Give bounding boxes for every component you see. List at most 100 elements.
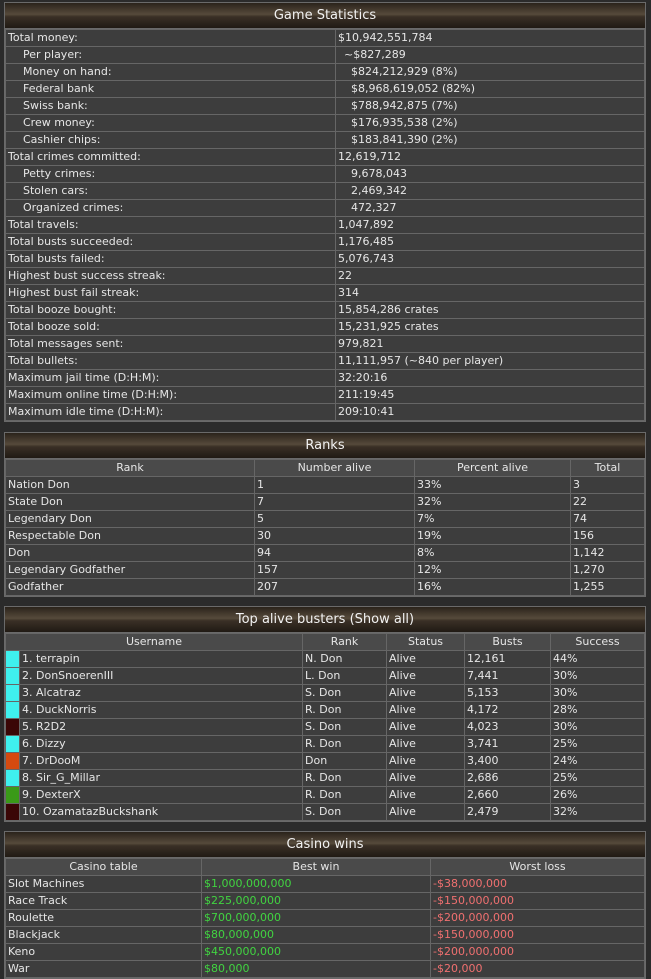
- rank-cell: 19%: [414, 527, 571, 545]
- buster-username[interactable]: 5. R2D2: [18, 718, 304, 736]
- buster-status: Alive: [386, 769, 466, 787]
- rank-cell: 16%: [414, 578, 571, 596]
- busters-title[interactable]: Top alive busters (Show all): [5, 607, 645, 633]
- rank-cell: 157: [254, 561, 415, 579]
- stat-label: Total busts failed:: [5, 250, 336, 268]
- stat-value: $8,968,619,052 (82%): [335, 80, 645, 98]
- stat-row: Total messages sent: 979,821: [5, 335, 645, 353]
- swatch-fill: [6, 702, 19, 718]
- busters-header: Busts: [464, 633, 552, 651]
- stat-row: Maximum online time (D:H:M): 211:19:45: [5, 386, 645, 404]
- stat-label: Total bullets:: [5, 352, 336, 370]
- stat-label: Crew money:: [5, 114, 336, 132]
- stat-row: Swiss bank: $788,942,875 (7%): [5, 97, 645, 115]
- rank-cell: 74: [570, 510, 645, 528]
- rank-cell: 207: [254, 578, 415, 596]
- buster-color-swatch: [5, 786, 20, 804]
- rank-row: State Don 7 32% 22: [5, 493, 645, 511]
- stat-label: Per player:: [5, 46, 336, 64]
- buster-rank: S. Don: [302, 718, 388, 736]
- buster-username[interactable]: 10. OzamatazBuckshank: [18, 803, 304, 821]
- buster-username[interactable]: 8. Sir_G_Millar: [18, 769, 304, 787]
- rank-cell: Don: [5, 544, 255, 562]
- buster-username[interactable]: 2. DonSnoerenIII: [18, 667, 304, 685]
- stat-value: 12,619,712: [335, 148, 645, 166]
- buster-status: Alive: [386, 667, 466, 685]
- buster-busts: 4,023: [464, 718, 552, 736]
- busters-table: Username Rank Status Busts Success 1. terrap…: [4, 633, 645, 821]
- rank-cell: 7%: [414, 510, 571, 528]
- buster-color-swatch: [5, 803, 20, 821]
- buster-username[interactable]: 4. DuckNorris: [18, 701, 304, 719]
- rank-cell: 33%: [414, 476, 571, 494]
- swatch-fill: [6, 787, 19, 803]
- buster-busts: 7,441: [464, 667, 552, 685]
- stat-label: Total busts succeeded:: [5, 233, 336, 251]
- buster-status: Alive: [386, 701, 466, 719]
- casino-table-name: Slot Machines: [5, 875, 202, 893]
- stat-row: Maximum jail time (D:H:M): 32:20:16: [5, 369, 645, 387]
- buster-color-swatch: [5, 650, 20, 668]
- stat-label: Maximum idle time (D:H:M):: [5, 403, 336, 421]
- buster-busts: 3,400: [464, 752, 552, 770]
- stat-row: Organized crimes: 472,327: [5, 199, 645, 217]
- buster-status: Alive: [386, 718, 466, 736]
- casino-best-win: $80,000,000: [201, 926, 431, 944]
- buster-username[interactable]: 9. DexterX: [18, 786, 304, 804]
- stat-value: 15,231,925 crates: [335, 318, 645, 336]
- buster-success: 24%: [550, 752, 645, 770]
- ranks-header: Total: [570, 459, 645, 477]
- casino-table: Casino table Best win Worst loss Slot Mach…: [5, 858, 645, 978]
- buster-success: 30%: [550, 684, 645, 702]
- buster-status: Alive: [386, 803, 466, 821]
- casino-panel: Casino wins Casino table Best win Worst lo…: [4, 831, 646, 979]
- rank-row: Don 94 8% 1,142: [5, 544, 645, 562]
- buster-color-swatch: [5, 752, 20, 770]
- casino-worst-loss: -$150,000,000: [430, 892, 645, 910]
- busters-panel: Top alive busters (Show all) Username Ran…: [4, 606, 646, 822]
- stat-label: Money on hand:: [5, 63, 336, 81]
- buster-rank: N. Don: [302, 650, 388, 668]
- rank-row: Nation Don 1 33% 3: [5, 476, 645, 494]
- stat-row: Total crimes committed: 12,619,712: [5, 148, 645, 166]
- stat-value: $10,942,551,784: [335, 29, 645, 47]
- stat-row: Federal bank $8,968,619,052 (82%): [5, 80, 645, 98]
- stat-value: 9,678,043: [335, 165, 645, 183]
- stat-row: Total busts succeeded: 1,176,485: [5, 233, 645, 251]
- swatch-fill: [6, 651, 19, 667]
- stat-label: Maximum jail time (D:H:M):: [5, 369, 336, 387]
- buster-username[interactable]: 7. DrDooM: [18, 752, 304, 770]
- ranks-panel: Ranks Rank Number alive Percent alive Total…: [4, 432, 646, 597]
- buster-row: 7. DrDooM Don Alive 3,400 24%: [5, 752, 645, 770]
- busters-header: Rank: [302, 633, 388, 651]
- buster-busts: 2,686: [464, 769, 552, 787]
- buster-busts: 3,741: [464, 735, 552, 753]
- buster-status: Alive: [386, 650, 466, 668]
- buster-busts: 2,660: [464, 786, 552, 804]
- casino-worst-loss: -$200,000,000: [430, 909, 645, 927]
- stat-label: Total money:: [5, 29, 336, 47]
- casino-table-name: Roulette: [5, 909, 202, 927]
- buster-success: 30%: [550, 718, 645, 736]
- buster-username[interactable]: 6. Dizzy: [18, 735, 304, 753]
- rank-cell: Legendary Godfather: [5, 561, 255, 579]
- buster-rank: R. Don: [302, 769, 388, 787]
- stat-label: Cashier chips:: [5, 131, 336, 149]
- rank-cell: 30: [254, 527, 415, 545]
- buster-username[interactable]: 1. terrapin: [18, 650, 304, 668]
- stat-label: Total booze bought:: [5, 301, 336, 319]
- casino-best-win: $450,000,000: [201, 943, 431, 961]
- stat-value: 11,111,957 (~840 per player): [335, 352, 645, 370]
- ranks-table: Rank Number alive Percent alive Total Natio…: [5, 459, 645, 596]
- buster-status: Alive: [386, 786, 466, 804]
- stat-label: Maximum online time (D:H:M):: [5, 386, 336, 404]
- buster-row: 6. Dizzy R. Don Alive 3,741 25%: [5, 735, 645, 753]
- stat-row: Total booze sold: 15,231,925 crates: [5, 318, 645, 336]
- buster-status: Alive: [386, 752, 466, 770]
- buster-rank: R. Don: [302, 735, 388, 753]
- buster-username[interactable]: 3. Alcatraz: [18, 684, 304, 702]
- stat-label: Total crimes committed:: [5, 148, 336, 166]
- stat-value: 1,176,485: [335, 233, 645, 251]
- buster-rank: R. Don: [302, 701, 388, 719]
- rank-cell: State Don: [5, 493, 255, 511]
